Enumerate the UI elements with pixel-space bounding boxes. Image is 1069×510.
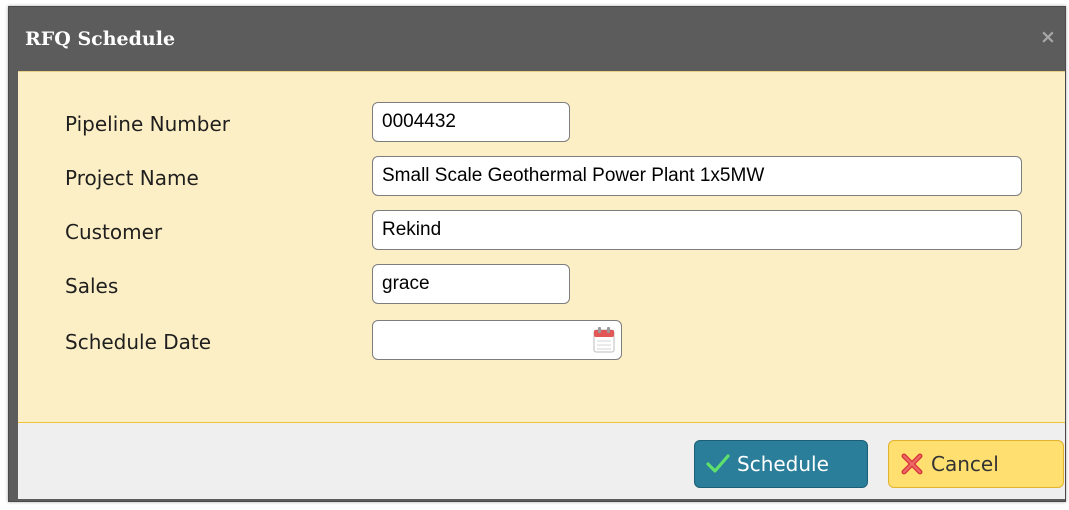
project-name-label: Project Name xyxy=(65,166,199,190)
dialog-content: Pipeline Number Project Name Customer Sa… xyxy=(18,71,1065,422)
rfq-schedule-dialog: RFQ Schedule × Pipeline Number Project N… xyxy=(8,6,1066,502)
schedule-date-row: Schedule Date xyxy=(18,320,1065,364)
sales-label: Sales xyxy=(65,274,119,298)
pipeline-number-field[interactable] xyxy=(372,102,570,142)
cancel-button[interactable]: Cancel xyxy=(888,440,1064,488)
project-name-field[interactable] xyxy=(372,156,1022,196)
schedule-button-label: Schedule xyxy=(737,452,829,476)
x-icon xyxy=(899,451,925,477)
sales-field[interactable] xyxy=(372,264,570,304)
sales-row: Sales xyxy=(18,264,1065,308)
calendar-icon[interactable] xyxy=(593,327,615,353)
schedule-date-field[interactable] xyxy=(372,320,622,360)
customer-row: Customer xyxy=(18,210,1065,254)
dialog-footer: Schedule Cancel xyxy=(18,422,1065,499)
schedule-date-label: Schedule Date xyxy=(65,330,212,354)
check-icon xyxy=(705,451,731,477)
schedule-date-input[interactable] xyxy=(373,321,591,359)
dialog-titlebar[interactable]: RFQ Schedule × xyxy=(9,7,1065,71)
project-name-row: Project Name xyxy=(18,156,1065,200)
schedule-button[interactable]: Schedule xyxy=(694,440,868,488)
customer-label: Customer xyxy=(65,220,163,244)
pipeline-number-row: Pipeline Number xyxy=(18,102,1065,146)
dialog-title: RFQ Schedule xyxy=(25,28,176,50)
pipeline-number-label: Pipeline Number xyxy=(65,112,230,136)
cancel-button-label: Cancel xyxy=(931,452,999,476)
close-icon[interactable]: × xyxy=(1039,28,1057,47)
customer-field[interactable] xyxy=(372,210,1022,250)
